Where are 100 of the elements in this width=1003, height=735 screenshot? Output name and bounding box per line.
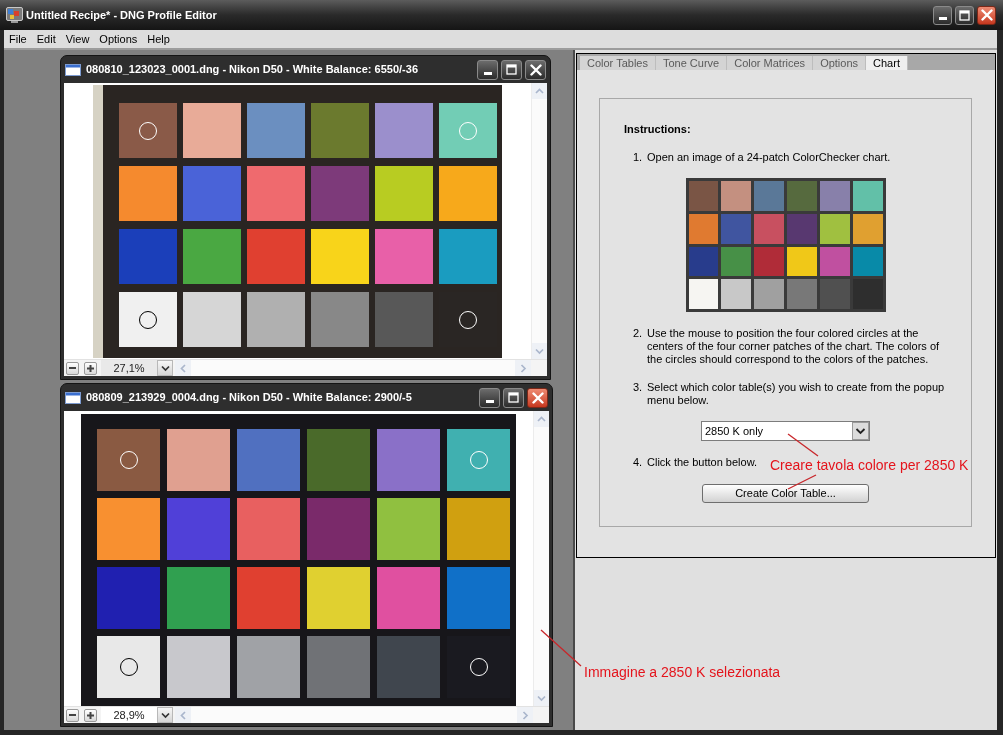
color-patch bbox=[311, 292, 369, 347]
zoom-field[interactable]: 27,1% bbox=[101, 360, 157, 376]
color-patch bbox=[97, 567, 160, 629]
color-patch bbox=[721, 279, 752, 309]
color-patch bbox=[183, 292, 241, 347]
tab[interactable]: Chart bbox=[866, 56, 908, 70]
tab[interactable]: Options bbox=[813, 56, 867, 70]
color-patch bbox=[237, 498, 300, 560]
close-button[interactable] bbox=[977, 5, 996, 25]
zoom-out-button[interactable] bbox=[66, 708, 79, 722]
minimize-button[interactable] bbox=[479, 387, 500, 408]
color-patch bbox=[247, 103, 305, 158]
chevron-left-icon bbox=[179, 363, 187, 373]
close-icon bbox=[980, 9, 993, 21]
color-patch bbox=[307, 636, 370, 698]
color-patch bbox=[852, 213, 883, 244]
maximize-button[interactable] bbox=[501, 59, 522, 80]
color-patch bbox=[819, 213, 850, 244]
leader-line bbox=[787, 433, 819, 457]
color-patch bbox=[167, 567, 230, 629]
zoom-out-button[interactable] bbox=[66, 361, 79, 375]
color-patch bbox=[439, 166, 497, 221]
step-number: 1. bbox=[633, 151, 644, 164]
chevron-down-icon bbox=[537, 694, 546, 702]
step-number: 2. bbox=[633, 327, 644, 340]
color-patch bbox=[787, 181, 817, 211]
menu-item[interactable]: Edit bbox=[31, 32, 61, 46]
minimize-icon bbox=[938, 17, 947, 20]
popup-menu[interactable]: 2850 K only bbox=[701, 421, 870, 441]
color-patch bbox=[307, 429, 370, 491]
chevron-down-icon bbox=[160, 364, 170, 372]
maximize-icon bbox=[506, 64, 517, 75]
color-patch bbox=[688, 279, 719, 309]
color-patch bbox=[311, 103, 369, 158]
color-patch bbox=[688, 213, 719, 244]
chevron-down-icon bbox=[160, 711, 170, 719]
color-patch bbox=[447, 567, 510, 629]
color-patch bbox=[119, 166, 177, 221]
color-patch bbox=[375, 103, 433, 158]
color-patch bbox=[311, 166, 369, 221]
color-patch bbox=[307, 567, 370, 629]
document-title: 080809_213929_0004.dng - Nikon D50 - White Balance: 2900/-5 bbox=[86, 390, 412, 406]
color-patch bbox=[247, 166, 305, 221]
color-patch bbox=[819, 181, 850, 211]
window-title: Untitled Recipe* - DNG Profile Editor bbox=[26, 7, 217, 23]
color-patch bbox=[754, 279, 784, 309]
chevron-down-icon bbox=[535, 347, 544, 355]
step-text: Open an image of a 24-patch ColorChecker chart. bbox=[647, 151, 891, 164]
color-patch bbox=[237, 567, 300, 629]
close-button[interactable] bbox=[527, 387, 548, 408]
step-text: Select which color table(s) you wish to create from the popup menu below. bbox=[647, 381, 946, 407]
minimize-icon bbox=[485, 399, 494, 403]
step-number: 4. bbox=[633, 456, 644, 469]
close-button[interactable] bbox=[525, 59, 546, 80]
color-patch bbox=[787, 246, 817, 277]
color-patch bbox=[754, 246, 784, 277]
chevron-up-icon bbox=[537, 415, 546, 423]
color-patch bbox=[307, 498, 370, 560]
zoom-in-button[interactable] bbox=[84, 708, 97, 722]
zoom-dropdown-button[interactable] bbox=[157, 707, 173, 723]
document-title: 080810_123023_0001.dng - Nikon D50 - White Balance: 6550/-36 bbox=[86, 62, 418, 78]
color-patch bbox=[447, 498, 510, 560]
app-icon bbox=[6, 7, 23, 23]
close-icon bbox=[531, 391, 544, 404]
minimize-button[interactable] bbox=[477, 59, 498, 80]
color-patch bbox=[237, 429, 300, 491]
menu-item[interactable]: View bbox=[60, 32, 95, 46]
menu-item[interactable]: Help bbox=[142, 32, 175, 46]
minus-icon bbox=[69, 367, 76, 369]
tab[interactable]: Color Matrices bbox=[727, 56, 814, 70]
color-patch bbox=[237, 636, 300, 698]
color-patch bbox=[721, 213, 752, 244]
menu-item[interactable]: File bbox=[4, 32, 32, 46]
menu-item[interactable]: Options bbox=[94, 32, 143, 46]
window-icon bbox=[65, 391, 81, 404]
zoom-dropdown-button[interactable] bbox=[157, 360, 173, 376]
maximize-button[interactable] bbox=[503, 387, 524, 408]
chevron-right-icon bbox=[519, 363, 527, 373]
tab[interactable]: Tone Curve bbox=[655, 56, 728, 70]
zoom-field[interactable]: 28,9% bbox=[101, 707, 157, 723]
minimize-button[interactable] bbox=[933, 5, 952, 25]
maximize-button[interactable] bbox=[955, 5, 974, 25]
minimize-icon bbox=[483, 71, 492, 75]
tab[interactable]: Color Tables bbox=[580, 56, 656, 70]
color-patch bbox=[787, 279, 817, 309]
color-patch bbox=[97, 498, 160, 560]
leader-line bbox=[787, 474, 817, 490]
zoom-in-button[interactable] bbox=[84, 361, 97, 375]
chevron-up-icon bbox=[535, 87, 544, 95]
create-color-table-button[interactable]: Create Color Table... bbox=[702, 484, 869, 503]
color-patch bbox=[754, 181, 784, 211]
color-patch bbox=[377, 567, 440, 629]
maximize-icon bbox=[508, 392, 519, 403]
instructions-heading: Instructions: bbox=[624, 123, 691, 136]
window-icon bbox=[65, 63, 81, 76]
color-patch bbox=[167, 498, 230, 560]
step-text: Click the button below. bbox=[647, 456, 758, 469]
step-text: Use the mouse to position the four colored circles at the centers of the four corner patches of the chart. The colors of the circles should correspond to the colors of the patches. bbox=[647, 327, 941, 366]
color-patch bbox=[852, 181, 883, 211]
color-patch bbox=[377, 429, 440, 491]
